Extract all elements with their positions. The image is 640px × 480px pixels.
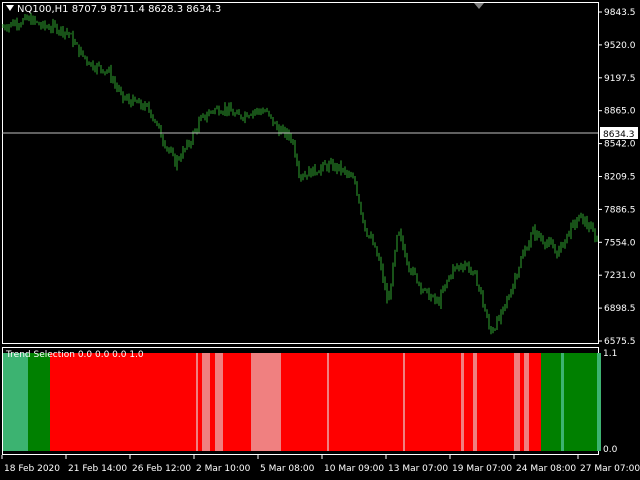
indicator-scale-bottom: 0.0 bbox=[603, 445, 618, 455]
time-tick-label: 26 Feb 12:00 bbox=[132, 464, 191, 474]
price-tick-label: 7554.0 bbox=[604, 238, 636, 248]
symbol-info: NQ100,H1 8707.9 8711.4 8628.3 8634.3 bbox=[6, 4, 221, 15]
trend-band bbox=[28, 353, 50, 451]
trend-band bbox=[529, 353, 541, 451]
time-tick-label: 24 Mar 08:00 bbox=[516, 464, 576, 474]
low-value: 8628.3 bbox=[148, 4, 184, 15]
price-tick-label: 9520.0 bbox=[604, 41, 636, 51]
trend-band bbox=[198, 353, 202, 451]
indicator-scale-top: 1.1 bbox=[603, 349, 617, 359]
open-value: 8707.9 bbox=[71, 4, 107, 15]
time-tick-label: 27 Mar 07:00 bbox=[580, 464, 640, 474]
trend-band bbox=[597, 353, 601, 451]
close-value: 8634.3 bbox=[186, 4, 222, 15]
symbol-label: NQ100,H1 bbox=[17, 4, 69, 15]
trend-band bbox=[477, 353, 514, 451]
trend-band bbox=[223, 353, 251, 451]
high-value: 8711.4 bbox=[109, 4, 145, 15]
trend-band bbox=[520, 353, 524, 451]
price-tick-label: 6575.5 bbox=[604, 337, 636, 347]
trend-band bbox=[196, 353, 198, 451]
indicator-label: Trend Selection 0.0 0.0 0.0 1.0 bbox=[6, 350, 144, 360]
trend-band bbox=[561, 353, 564, 451]
price-tick-label: 6898.5 bbox=[604, 304, 636, 314]
price-tick-label: 9197.5 bbox=[604, 74, 636, 84]
price-tick-label: 7886.5 bbox=[604, 205, 636, 215]
chart-canvas[interactable]: 9843.5 9520.0 9197.5 8865.0 8542.0 8209.5 7886… bbox=[0, 0, 640, 480]
trend-band bbox=[329, 353, 403, 451]
trend-band bbox=[251, 353, 281, 451]
time-tick-label: 18 Feb 2020 bbox=[4, 464, 60, 474]
trend-band bbox=[461, 353, 464, 451]
trend-band bbox=[327, 353, 329, 451]
time-axis: 18 Feb 2020 21 Feb 14:00 26 Feb 12:00 2 Mar… bbox=[1, 455, 640, 474]
price-axis: 9843.5 9520.0 9197.5 8865.0 8542.0 8209.5 7886… bbox=[598, 8, 636, 347]
trend-band bbox=[514, 353, 520, 451]
time-tick-label: 2 Mar 10:00 bbox=[196, 464, 251, 474]
trend-band bbox=[564, 353, 597, 451]
trend-bands bbox=[3, 353, 601, 451]
trend-band bbox=[202, 353, 210, 451]
current-price-label: 8634.3 bbox=[603, 130, 635, 140]
candle-series bbox=[2, 12, 598, 335]
price-tick-label: 9843.5 bbox=[604, 8, 636, 18]
trend-band bbox=[464, 353, 473, 451]
trend-band bbox=[403, 353, 405, 451]
trend-band bbox=[50, 353, 196, 451]
trend-band bbox=[3, 353, 28, 451]
time-tick-label: 10 Mar 09:00 bbox=[324, 464, 384, 474]
trend-band bbox=[524, 353, 529, 451]
price-tick-label: 7231.0 bbox=[604, 271, 636, 281]
trend-band bbox=[281, 353, 327, 451]
dropdown-triangle-icon[interactable] bbox=[6, 5, 14, 11]
time-tick-label: 19 Mar 07:00 bbox=[452, 464, 512, 474]
price-tick-label: 8542.0 bbox=[604, 140, 636, 150]
time-tick-label: 5 Mar 08:00 bbox=[260, 464, 315, 474]
price-tick-label: 8865.0 bbox=[604, 107, 636, 117]
chart-shift-marker[interactable] bbox=[474, 3, 484, 9]
trend-band bbox=[541, 353, 561, 451]
trend-band bbox=[473, 353, 477, 451]
price-tick-label: 8209.5 bbox=[604, 173, 636, 183]
price-panel[interactable] bbox=[2, 2, 599, 344]
trend-band bbox=[215, 353, 223, 451]
trend-band bbox=[405, 353, 461, 451]
time-tick-label: 21 Feb 14:00 bbox=[68, 464, 127, 474]
trend-band bbox=[210, 353, 215, 451]
time-tick-label: 13 Mar 07:00 bbox=[388, 464, 448, 474]
